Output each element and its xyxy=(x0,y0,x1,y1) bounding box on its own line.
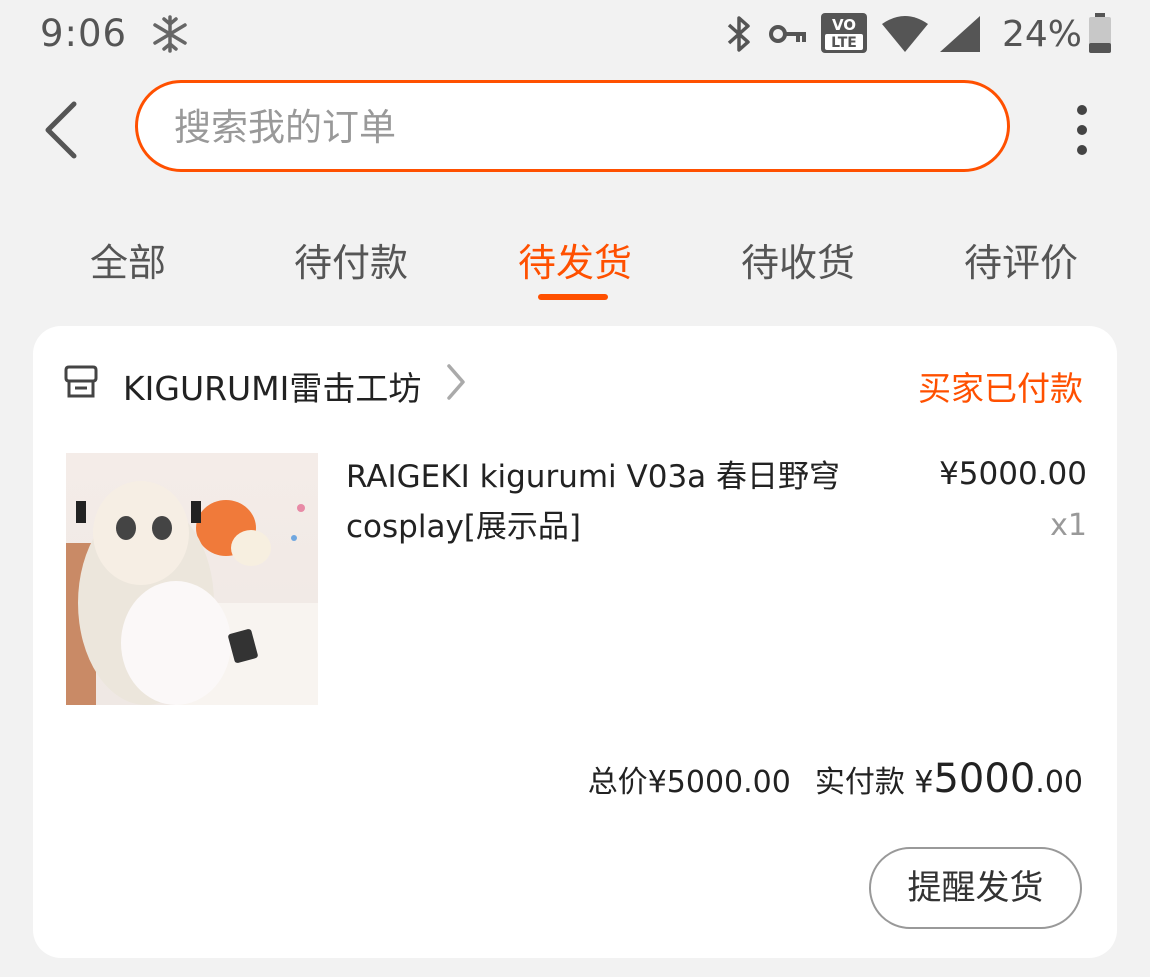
search-input[interactable] xyxy=(172,83,976,171)
total-value: ¥5000.00 xyxy=(647,765,791,800)
status-bar: 9:06 VO LTE 24% xyxy=(0,0,1150,72)
paid-amount-integer: 5000 xyxy=(933,756,1036,802)
vpn-key-icon xyxy=(769,25,806,43)
battery-percent: 24% xyxy=(1002,14,1083,55)
order-totals: 总价¥5000.00 实付款 ¥5000.00 xyxy=(588,756,1083,802)
product-thumbnail[interactable] xyxy=(66,453,318,705)
order-card[interactable]: KIGURUMI雷击工坊 买家已付款 RAIGEKI kigurumi V03a… xyxy=(33,326,1117,958)
paid-label: 实付款 xyxy=(814,765,905,800)
order-list-screen: 9:06 VO LTE 24% 搜索我的订单 全部 待付款 待发货 待收货 待评… xyxy=(0,0,1150,977)
tab-pending-receipt[interactable]: 待收货 xyxy=(698,232,898,287)
svg-text:LTE: LTE xyxy=(831,35,857,51)
cell-signal-icon xyxy=(940,16,980,52)
product-title[interactable]: RAIGEKI kigurumi V03a 春日野穹 cosplay[展示品] xyxy=(346,452,866,552)
paid-amount-decimal: .00 xyxy=(1035,765,1083,800)
search-bar[interactable] xyxy=(135,80,1010,172)
tab-pending-payment[interactable]: 待付款 xyxy=(251,232,451,287)
order-status: 买家已付款 xyxy=(918,369,1083,408)
tab-all[interactable]: 全部 xyxy=(28,232,228,287)
unit-price: ¥5000.00 xyxy=(939,456,1087,492)
remind-shipment-button[interactable]: 提醒发货 xyxy=(869,847,1082,929)
more-vertical-icon[interactable] xyxy=(1062,100,1102,160)
snowflake-icon xyxy=(153,15,187,53)
svg-text:VO: VO xyxy=(832,16,856,34)
paid-currency: ¥ xyxy=(914,765,934,800)
battery-icon xyxy=(1089,13,1111,53)
status-time: 9:06 xyxy=(40,12,128,55)
back-chevron-icon[interactable] xyxy=(38,98,88,162)
volte-icon: VO LTE xyxy=(821,13,867,53)
quantity: x1 xyxy=(1050,508,1087,543)
bluetooth-icon xyxy=(727,16,750,52)
chevron-right-icon[interactable] xyxy=(443,362,469,402)
active-tab-indicator xyxy=(538,294,608,300)
shop-name[interactable]: KIGURUMI雷击工坊 xyxy=(123,362,421,410)
shop-header[interactable]: KIGURUMI雷击工坊 买家已付款 xyxy=(33,326,1117,436)
store-icon xyxy=(64,365,98,398)
wifi-icon xyxy=(882,16,928,52)
tab-pending-shipment[interactable]: 待发货 xyxy=(475,232,675,287)
total-label: 总价 xyxy=(587,765,648,800)
tab-pending-review[interactable]: 待评价 xyxy=(921,232,1121,287)
